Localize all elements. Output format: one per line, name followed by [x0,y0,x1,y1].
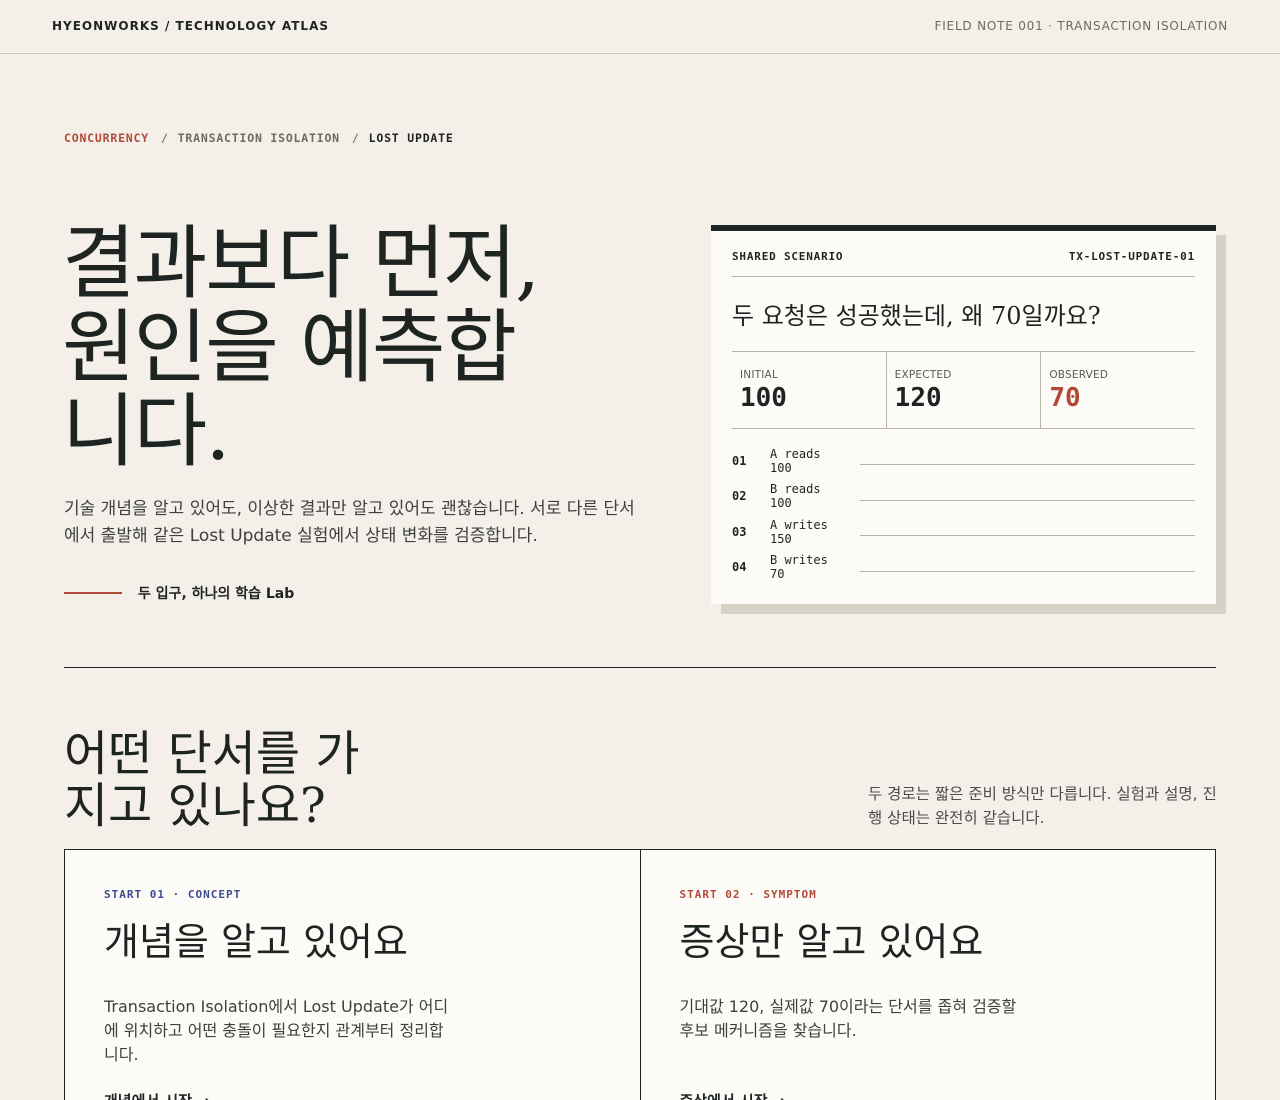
step-action-value: 150 [770,531,792,546]
step-action-label: A writes [770,517,828,532]
entry-card-concept[interactable]: START 01 · CONCEPT 개념을 알고 있어요 Transactio… [65,850,641,1100]
stat-label: EXPECTED [894,369,952,381]
scenario-stats: INITIAL 100 EXPECTED 120 OBSERVED 70 [732,352,1195,429]
hero-title-line: 결과보다 먼저, [62,217,540,310]
hero-tag-label: 두 입구, 하나의 학습 Lab [138,586,295,602]
tag-rule [64,592,122,594]
start-concept-link[interactable]: 개념에서 시작 → [104,1090,210,1100]
stat-value: 120 [894,383,942,413]
breadcrumb-item-transaction-isolation[interactable]: TRANSACTION ISOLATION [178,131,340,145]
step-row: 01 A reads 100 [732,443,1195,479]
step-action-value: 100 [770,496,792,511]
step-timeline [860,499,1195,501]
step-row: 03 A writes 150 [732,514,1195,550]
step-number: 03 [732,524,747,539]
stat-initial: INITIAL 100 [732,352,887,428]
stat-label: INITIAL [740,369,778,381]
stat-expected: EXPECTED 120 [887,352,1042,428]
step-action: A reads 100 [770,447,860,475]
entry-description: Transaction Isolation에서 Lost Update가 어디에… [104,997,449,1064]
step-action-label: B writes [770,553,828,568]
step-timeline [860,535,1195,537]
step-action-label: B reads [770,482,821,497]
step-row: 02 B reads 100 [732,479,1195,515]
step-number: 01 [732,453,747,468]
step-row: 04 B writes 70 [732,550,1195,586]
breadcrumb: CONCURRENCY / TRANSACTION ISOLATION / LO… [64,131,454,145]
brand-title[interactable]: HYEONWORKS / TECHNOLOGY ATLAS [52,19,329,33]
stat-value: 70 [1049,383,1081,413]
scenario-label: SHARED SCENARIO [732,250,844,263]
scenario-id: TX-LOST-UPDATE-01 [1068,250,1195,263]
breadcrumb-separator: / [160,131,169,145]
section-title: 어떤 단서를 가 지고 있나요? [64,728,424,832]
hero-title-line: 니다. [62,385,231,478]
scenario-question: 두 요청은 성공했는데, 왜 70일까요? [732,277,1195,352]
entry-title: 개념을 알고 있어요 [104,920,408,964]
scenario-card-header: SHARED SCENARIO TX-LOST-UPDATE-01 [732,231,1195,277]
breadcrumb-separator: / [351,131,360,145]
step-timeline [860,570,1195,572]
hero-title-line: 원인을 예측합 [62,301,517,394]
section-description: 두 경로는 짧은 준비 방식만 다릅니다. 실험과 설명, 진행 상태는 완전히… [868,785,1217,827]
entry-kicker: START 01 · CONCEPT [104,888,242,901]
entry-description: 기대값 120, 실제값 70이라는 단서를 좁혀 검증할 후보 메커니즘을 찾… [679,997,1017,1040]
start-symptom-link[interactable]: 증상에서 시작 → [680,1090,786,1100]
stat-observed: OBSERVED 70 [1041,352,1195,428]
section-title-line: 어떤 단서를 가 [64,726,360,782]
step-action-label: A reads [770,446,821,461]
scenario-card: SHARED SCENARIO TX-LOST-UPDATE-01 두 요청은 … [711,225,1216,604]
step-number: 04 [732,560,747,575]
step-number: 02 [732,489,747,504]
step-action-value: 100 [770,460,792,475]
section-divider [64,667,1216,668]
entry-kicker: START 02 · SYMPTOM [679,888,817,901]
step-action: B reads 100 [770,482,860,510]
breadcrumb-item-lost-update: LOST UPDATE [368,131,454,145]
step-action: B writes 70 [770,553,860,581]
step-action-value: 70 [770,567,785,582]
stat-label: OBSERVED [1049,369,1109,381]
scenario-steps: 01 A reads 100 02 B reads 100 03 A write… [732,429,1195,585]
top-bar: HYEONWORKS / TECHNOLOGY ATLAS FIELD NOTE… [0,0,1280,54]
hero-tag: 두 입구, 하나의 학습 Lab [64,583,294,603]
hero-description: 기술 개념을 알고 있어도, 이상한 결과만 알고 있어도 괜찮습니다. 서로 … [64,499,635,546]
entry-cards: START 01 · CONCEPT 개념을 알고 있어요 Transactio… [64,849,1216,1100]
entry-title: 증상만 알고 있어요 [679,920,984,964]
step-timeline [860,464,1195,466]
field-note-label: FIELD NOTE 001 · TRANSACTION ISOLATION [934,19,1228,33]
entry-card-symptom[interactable]: START 02 · SYMPTOM 증상만 알고 있어요 기대값 120, 실… [641,850,1216,1100]
breadcrumb-item-concurrency[interactable]: CONCURRENCY [64,131,149,145]
section-title-line: 지고 있나요? [64,778,326,834]
stat-value: 100 [740,383,787,413]
hero-title: 결과보다 먼저, 원인을 예측합 니다. [62,222,682,474]
step-action: A writes 150 [770,518,860,546]
